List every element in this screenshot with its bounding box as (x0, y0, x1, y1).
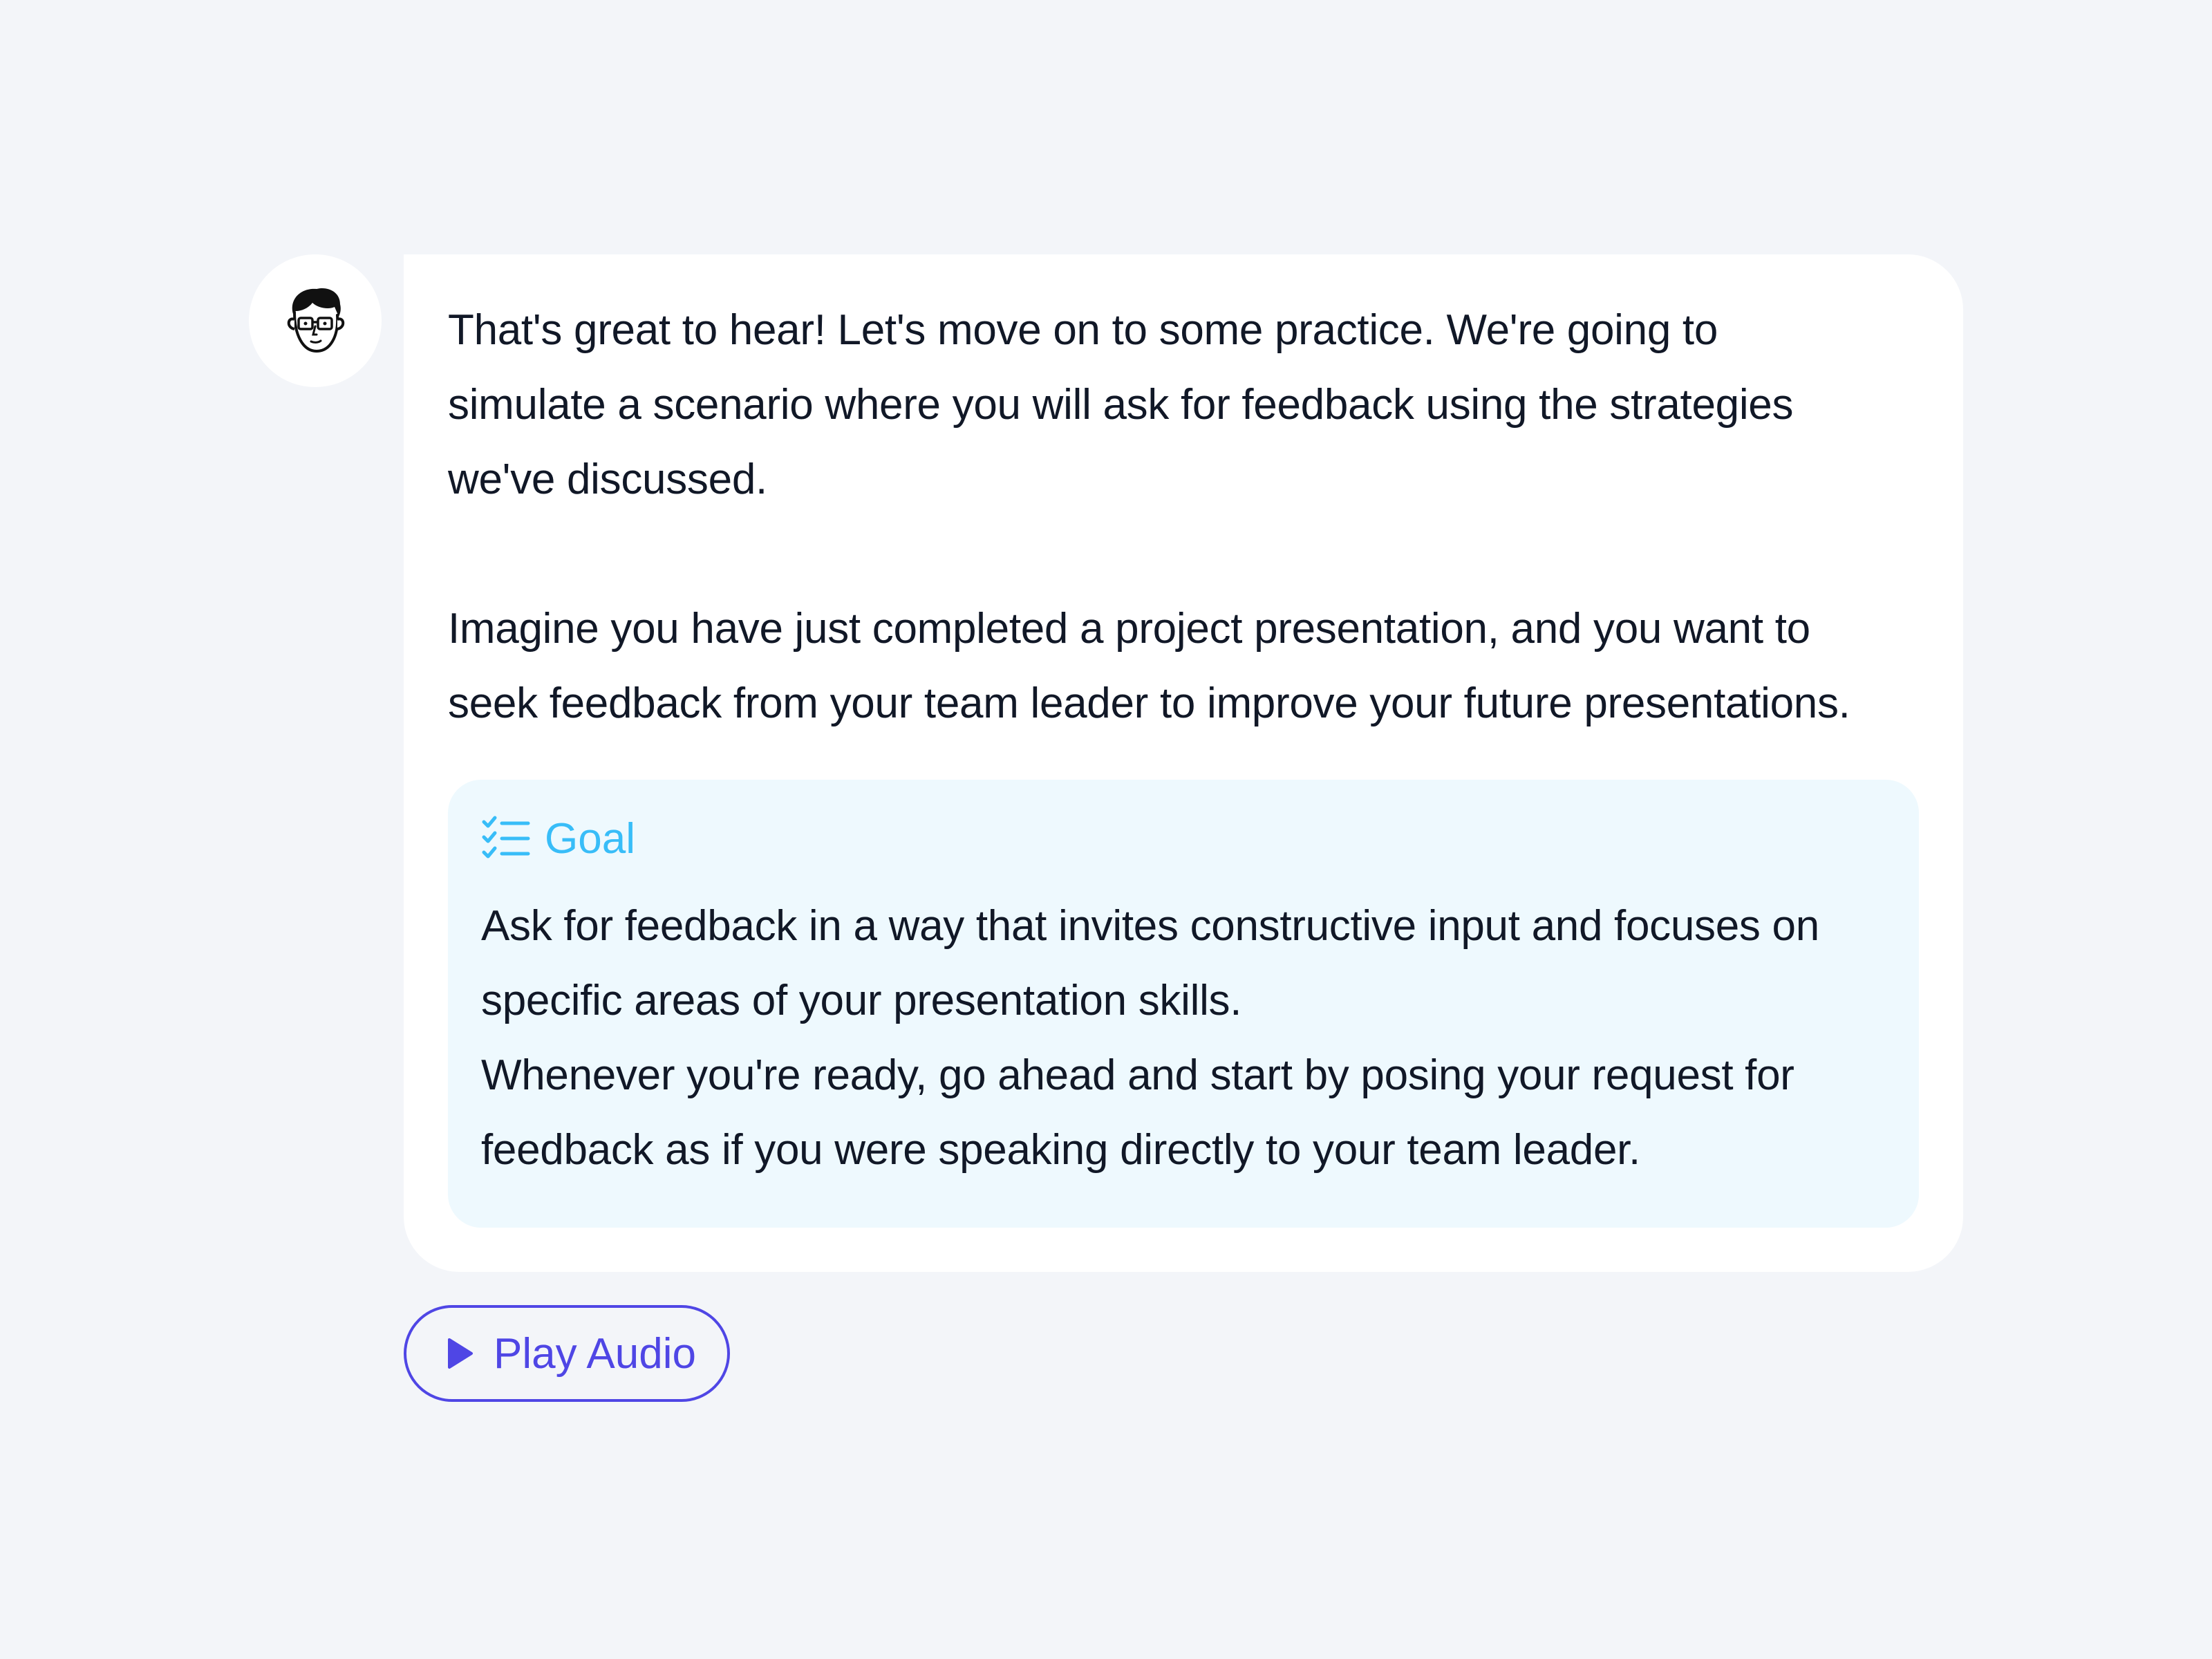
message-paragraph-1: That's great to hear! Let's move on to s… (448, 306, 1794, 503)
goal-header: Goal (481, 807, 1886, 870)
tutor-avatar (249, 254, 382, 387)
checklist-icon (482, 816, 530, 859)
play-audio-button[interactable]: Play Audio (404, 1305, 730, 1402)
cartoon-man-with-glasses-icon (287, 288, 345, 353)
goal-box: Goal Ask for feedback in a way that invi… (448, 780, 1919, 1228)
play-icon (448, 1338, 473, 1369)
message-paragraph-2: Imagine you have just completed a projec… (448, 605, 1850, 727)
goal-description: Ask for feedback in a way that invites c… (481, 902, 1819, 1174)
play-audio-label: Play Audio (494, 1329, 696, 1378)
tutor-message-bubble: That's great to hear! Let's move on to s… (404, 254, 1963, 1272)
goal-title: Goal (545, 814, 635, 863)
